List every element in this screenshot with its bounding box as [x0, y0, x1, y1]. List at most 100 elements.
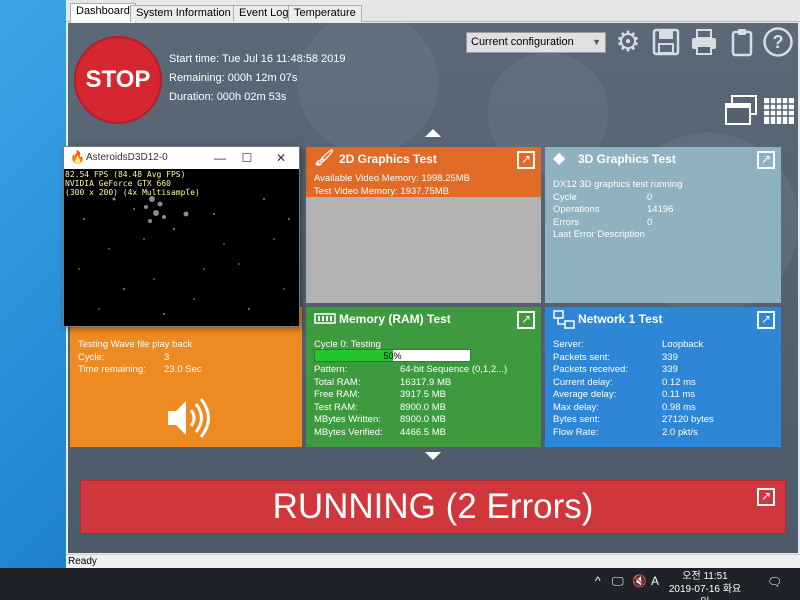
panel-ram-header: Memory (RAM) Test: [306, 307, 541, 331]
row-value: 27120 bytes: [662, 414, 714, 425]
row-value: 4466.5 MB: [400, 426, 446, 438]
row-label: Last Error Description: [553, 229, 645, 240]
panel-3d-graphics: ◆ 3D Graphics Test ↗ DX12 3D graphics te…: [545, 147, 781, 303]
row-label: Average delay:: [553, 389, 617, 400]
asteroids-titlebar[interactable]: 🔥 AsteroidsD3D12-0 — ☐ ✕: [64, 147, 299, 169]
speaker-icon: [166, 395, 212, 441]
row-label: Free RAM:: [314, 389, 360, 400]
printer-icon[interactable]: [687, 25, 721, 59]
hud-gpu: NVIDIA GeForce GTX 660: [65, 179, 171, 188]
ime-indicator[interactable]: A: [651, 574, 659, 588]
asteroids-window[interactable]: 🔥 AsteroidsD3D12-0 — ☐ ✕ 82.54 FPS (84.4…: [63, 146, 300, 327]
row-value: 0.98 ms: [662, 401, 696, 413]
cubes-icon: ◆: [553, 150, 566, 167]
panel-3d-row: Operations 14196: [553, 204, 775, 217]
save-icon[interactable]: [649, 25, 683, 59]
panel-net-row: Current delay: 0.12 ms: [553, 377, 775, 390]
panel-net-title: Network 1 Test: [578, 312, 663, 326]
gear-icon[interactable]: ⚙: [611, 25, 645, 59]
configuration-select-value: Current configuration: [471, 36, 574, 48]
panel-sound: Testing Wave file play back Cycle: 3 Time…: [70, 307, 302, 447]
row-label: Cycle:: [78, 351, 105, 363]
panel-ram-rows: Pattern: 64-bit Sequence (0,1,2...) Total…: [314, 364, 535, 439]
memory-chip-icon: [314, 310, 336, 328]
notification-icon[interactable]: 🗨: [767, 575, 782, 589]
close-icon[interactable]: ✕: [268, 149, 294, 167]
expand-icon[interactable]: ↗: [757, 488, 775, 506]
tab-system-information[interactable]: System Information: [130, 5, 237, 22]
scroll-up-arrow[interactable]: [425, 129, 441, 137]
panel-network: Network 1 Test ↗ Server: Loopback Packets…: [545, 307, 781, 447]
panel-memory: Memory (RAM) Test ↗ Cycle 0: Testing 50%…: [306, 307, 541, 447]
panel-ram-row: Test RAM: 8900.0 MB: [314, 402, 535, 415]
panel-ram-title: Memory (RAM) Test: [339, 312, 451, 326]
taskbar: ^ 🖵 🔇 A 오전 11:51 2019-07-16 화요일 🗨: [0, 568, 800, 600]
panel-net-row: Flow Rate: 2.0 pkt/s: [553, 427, 775, 440]
volume-muted-icon[interactable]: 🔇: [632, 574, 647, 588]
grid-view-icon[interactable]: [762, 96, 796, 126]
panel-2d-title: 2D Graphics Test: [339, 152, 437, 166]
row-value: 3: [164, 351, 170, 363]
panel-ram-row: MBytes Written: 8900.0 MB: [314, 414, 535, 427]
clock-time: 오전 11:51: [682, 571, 728, 582]
configuration-select[interactable]: Current configuration ▼: [466, 32, 606, 53]
row-value: 3917.5 MB: [400, 389, 446, 400]
maximize-icon[interactable]: ☐: [234, 149, 260, 167]
tab-dashboard[interactable]: Dashboard: [70, 3, 136, 23]
asteroids-hud: 82.54 FPS (84.48 Avg FPS) NVIDIA GeForce…: [65, 170, 200, 197]
row-value: 0: [647, 191, 653, 203]
panel-2d-header: 🖌 2D Graphics Test: [306, 147, 541, 171]
panel-net-row: Packets received: 339: [553, 364, 775, 377]
clipboard-icon[interactable]: [725, 25, 759, 59]
paintbrush-icon: 🖌: [314, 150, 335, 167]
row-label: Current delay:: [553, 376, 613, 388]
stop-button[interactable]: STOP: [74, 36, 162, 124]
taskbar-clock[interactable]: 오전 11:51 2019-07-16 화요일: [665, 570, 745, 600]
row-label: Cycle: [553, 191, 577, 203]
tab-temperature[interactable]: Temperature: [288, 5, 362, 22]
row-value: 2.0 pkt/s: [662, 426, 698, 438]
chevron-up-icon[interactable]: ^: [595, 574, 601, 588]
minimize-icon[interactable]: —: [207, 149, 233, 167]
duration-time: Duration: 000h 02m 53s: [169, 91, 287, 103]
row-label: Bytes sent:: [553, 414, 600, 425]
panel-ram-row: Free RAM: 3917.5 MB: [314, 389, 535, 402]
panel-net-row: Max delay: 0.98 ms: [553, 402, 775, 415]
expand-icon[interactable]: ↗: [517, 311, 535, 329]
panel-3d-title: 3D Graphics Test: [578, 152, 676, 166]
remaining-time: Remaining: 000h 12m 07s: [169, 72, 298, 84]
row-label: Time remaining:: [78, 364, 146, 375]
status-text: Ready: [68, 556, 97, 567]
memory-progress-label: 50%: [383, 351, 402, 361]
panel-sound-row: Cycle: 3: [78, 352, 296, 365]
panel-3d-row: Errors 0: [553, 217, 775, 230]
panel-net-row: Bytes sent: 27120 bytes: [553, 414, 775, 427]
row-label: Total RAM:: [314, 376, 361, 388]
row-label: Flow Rate:: [553, 426, 599, 438]
row-label: Packets received:: [553, 364, 628, 375]
row-value: 23.0 Sec: [164, 364, 202, 375]
panel-net-row: Packets sent: 339: [553, 352, 775, 365]
help-icon[interactable]: ?: [761, 25, 795, 59]
hud-fps: 82.54 FPS (84.48 Avg FPS): [65, 170, 186, 179]
expand-icon[interactable]: ↗: [757, 311, 775, 329]
panel-net-row: Average delay: 0.11 ms: [553, 389, 775, 402]
row-value: 0: [647, 216, 653, 228]
row-label: Packets sent:: [553, 351, 611, 363]
panel-sound-row: Time remaining: 23.0 Sec: [78, 364, 296, 377]
panel-3d-header: ◆ 3D Graphics Test: [545, 147, 781, 171]
panel-net-header: Network 1 Test: [545, 307, 781, 331]
panel-sound-body: Testing Wave file play back Cycle: 3 Time…: [78, 339, 296, 377]
expand-icon[interactable]: ↗: [757, 151, 775, 169]
row-value: 339: [662, 364, 678, 375]
hud-resolution: (300 x 200) (4x Multisample): [65, 188, 200, 197]
network-tray-icon[interactable]: 🖵: [612, 574, 624, 589]
windows-view-icon[interactable]: [724, 93, 758, 127]
row-value: 8900.0 MB: [400, 401, 446, 413]
running-status-text: RUNNING (2 Errors): [272, 487, 594, 526]
flame-icon: 🔥: [70, 150, 85, 164]
scroll-down-arrow[interactable]: [425, 452, 441, 460]
tab-event-log[interactable]: Event Log: [233, 5, 295, 22]
expand-icon[interactable]: ↗: [517, 151, 535, 169]
panel-3d-body: DX12 3D graphics test running Cycle 0 Ope…: [553, 179, 775, 242]
